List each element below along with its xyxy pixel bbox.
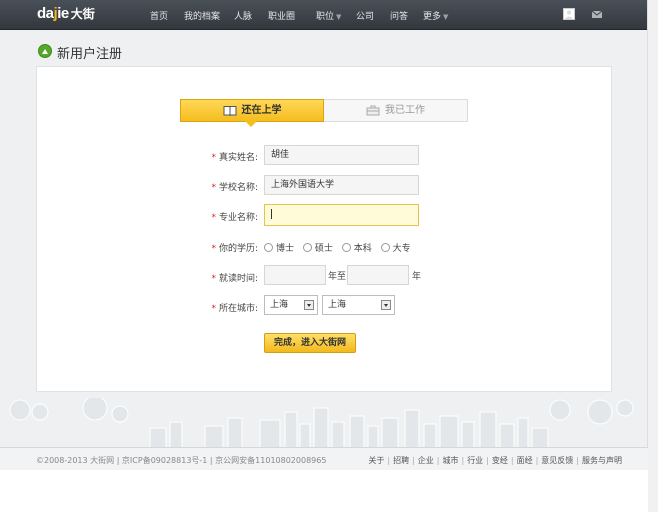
required-mark: * bbox=[211, 304, 216, 314]
page-bottom bbox=[0, 470, 648, 512]
arrow-up-circle-icon bbox=[38, 44, 52, 58]
province-select-value: 上海 bbox=[270, 300, 289, 310]
footer-copyright: ©2008-2013 大街网 | 京ICP备09028813号-1 | 京公网安… bbox=[36, 456, 327, 465]
logo-text-chinese: 大街 bbox=[70, 7, 95, 21]
school-name-input[interactable]: 上海外国语大学 bbox=[264, 175, 419, 195]
tab-still-in-school[interactable]: 还在上学 bbox=[180, 99, 324, 122]
dropdown-arrow-icon[interactable] bbox=[304, 300, 314, 310]
city-label: * 所在城市: bbox=[196, 301, 258, 314]
required-mark: * bbox=[211, 183, 216, 193]
degree-option-master[interactable]: 硕士 bbox=[302, 243, 333, 254]
nav-item-contacts[interactable]: 人脉 bbox=[234, 9, 252, 22]
radio-icon[interactable] bbox=[302, 243, 312, 252]
active-tab-pointer bbox=[245, 121, 257, 127]
footer-link-about[interactable]: 关于 bbox=[368, 456, 384, 465]
logo-text-a: da bbox=[37, 5, 54, 22]
degree-option-phd[interactable]: 博士 bbox=[264, 243, 295, 254]
degree-bachelor-label: 本科 bbox=[353, 244, 372, 254]
degree-option-associate[interactable]: 大专 bbox=[380, 243, 411, 254]
degree-option-bachelor[interactable]: 本科 bbox=[341, 243, 372, 254]
footer-link-industries[interactable]: 行业 bbox=[467, 456, 483, 465]
footer-link-interview[interactable]: 面经 bbox=[517, 456, 533, 465]
degree-label-text: 你的学历: bbox=[218, 244, 258, 254]
radio-icon[interactable] bbox=[264, 243, 273, 252]
footer-link-cities[interactable]: 城市 bbox=[442, 456, 458, 465]
finish-button[interactable]: 完成，进入大街网 bbox=[264, 333, 356, 353]
dajie-logo[interactable]: dajie 大街 bbox=[37, 5, 95, 23]
end-year-input[interactable] bbox=[347, 265, 409, 285]
nav-item-jobs[interactable]: 职位 ▼ bbox=[316, 9, 341, 22]
major-label-text: 专业名称: bbox=[218, 213, 258, 223]
tab-school-label: 还在上学 bbox=[241, 105, 282, 116]
chevron-down-icon: ▼ bbox=[336, 13, 342, 21]
required-mark: * bbox=[211, 244, 216, 254]
page-scrollbar[interactable] bbox=[647, 0, 658, 512]
year-to-text: 年至 bbox=[328, 272, 347, 282]
chevron-down-icon: ▼ bbox=[443, 13, 449, 21]
page-title-text: 新用户注册 bbox=[57, 47, 123, 62]
avatar-icon[interactable] bbox=[563, 8, 575, 20]
tab-already-working[interactable]: 我已工作 bbox=[324, 99, 468, 122]
name-label-text: 真实姓名: bbox=[218, 153, 258, 163]
degree-radio-group: 博士 硕士 本科 大专 bbox=[264, 241, 417, 254]
name-label: * 真实姓名: bbox=[196, 150, 258, 163]
period-label-text: 就读时间: bbox=[218, 274, 258, 284]
footer-link-recruit[interactable]: 招聘 bbox=[393, 456, 409, 465]
footer-link-terms[interactable]: 服务与声明 bbox=[582, 456, 622, 465]
tab-work-label: 我已工作 bbox=[385, 105, 425, 116]
school-label-text: 学校名称: bbox=[218, 183, 258, 193]
footer-link-companies[interactable]: 企业 bbox=[418, 456, 434, 465]
radio-icon[interactable] bbox=[380, 243, 390, 252]
city-select[interactable]: 上海 bbox=[322, 295, 395, 315]
start-year-input[interactable] bbox=[264, 265, 326, 285]
nav-more-label: 更多 bbox=[423, 12, 442, 22]
nav-item-career-circle[interactable]: 职业圈 bbox=[268, 9, 295, 22]
major-name-input[interactable] bbox=[264, 204, 419, 226]
mail-icon[interactable] bbox=[591, 9, 603, 21]
degree-label: * 你的学历: bbox=[196, 241, 258, 254]
footer-links: 关于 | 招聘 | 企业 | 城市 | 行业 | 变经 | 面经 | 意见反馈 | 服务与声明 bbox=[368, 456, 622, 465]
text-cursor bbox=[271, 208, 272, 219]
top-nav-bar: dajie 大街 首页 我的档案 人脉 职业圈 职位 ▼ 公司 问答 更多 ▼ bbox=[0, 0, 648, 30]
nav-item-companies[interactable]: 公司 bbox=[356, 9, 374, 22]
province-select[interactable]: 上海 bbox=[264, 295, 318, 315]
required-mark: * bbox=[211, 153, 216, 163]
book-icon bbox=[223, 105, 236, 116]
required-mark: * bbox=[211, 213, 216, 223]
footer-link-feedback[interactable]: 意见反馈 bbox=[541, 456, 573, 465]
nav-item-home[interactable]: 首页 bbox=[150, 9, 168, 22]
required-mark: * bbox=[211, 274, 216, 284]
year-text: 年 bbox=[412, 272, 422, 282]
footer-link-career-change[interactable]: 变经 bbox=[492, 456, 508, 465]
nav-item-qa[interactable]: 问答 bbox=[390, 9, 408, 22]
degree-master-label: 硕士 bbox=[314, 244, 333, 254]
real-name-input[interactable]: 胡佳 bbox=[264, 145, 419, 165]
city-label-text: 所在城市: bbox=[218, 304, 258, 314]
nav-jobs-label: 职位 bbox=[316, 12, 335, 22]
city-skyline-decoration bbox=[9, 398, 634, 448]
degree-phd-label: 博士 bbox=[276, 244, 295, 254]
nav-item-more[interactable]: 更多 ▼ bbox=[423, 9, 448, 22]
school-label: * 学校名称: bbox=[196, 180, 258, 193]
city-select-value: 上海 bbox=[328, 300, 347, 310]
major-label: * 专业名称: bbox=[196, 210, 258, 223]
radio-icon[interactable] bbox=[341, 243, 351, 252]
briefcase-icon bbox=[366, 105, 380, 115]
logo-text-c: ie bbox=[57, 5, 69, 22]
degree-associate-label: 大专 bbox=[392, 244, 411, 254]
dropdown-arrow-icon[interactable] bbox=[381, 300, 391, 310]
period-label: * 就读时间: bbox=[196, 271, 258, 284]
nav-item-profile[interactable]: 我的档案 bbox=[184, 9, 220, 22]
